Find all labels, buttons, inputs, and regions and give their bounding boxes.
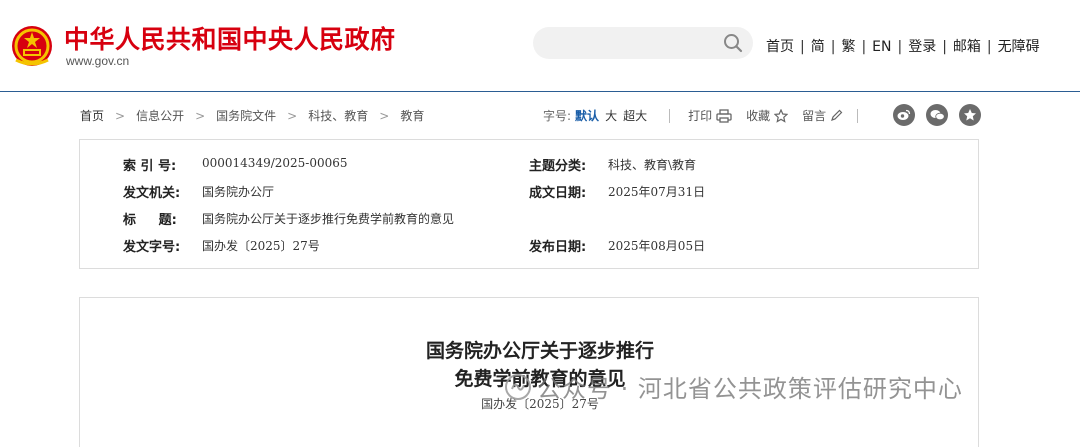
font-size-default[interactable]: 默认	[575, 107, 599, 124]
doc-number-label: 发文字号:	[123, 240, 181, 255]
issuer-label: 发文机关:	[123, 186, 181, 201]
link-english[interactable]: EN	[872, 39, 891, 55]
divider: |	[986, 39, 992, 55]
link-home[interactable]: 首页	[766, 39, 794, 55]
issuer-value: 国务院办公厅	[202, 185, 275, 199]
link-accessibility[interactable]: 无障碍	[998, 39, 1040, 55]
article-tools: 字号: 默认 大 超大 打印 收藏 留言	[543, 107, 859, 124]
print-label: 打印	[688, 109, 713, 123]
divider	[669, 108, 671, 123]
divider: |	[861, 39, 867, 55]
wechat-official-account-icon	[505, 373, 531, 400]
link-login[interactable]: 登录	[908, 39, 936, 55]
breadcrumb-state-council-docs[interactable]: 国务院文件	[216, 109, 276, 123]
print-button[interactable]: 打印	[688, 107, 732, 124]
comment-button[interactable]: 留言	[802, 107, 843, 124]
star-icon[interactable]	[959, 104, 981, 126]
favorite-label: 收藏	[746, 109, 771, 123]
wechat-icon[interactable]	[926, 104, 948, 126]
topic-label: 主题分类:	[529, 159, 587, 174]
chevron-right-icon: >	[379, 109, 390, 123]
chevron-right-icon: >	[115, 109, 126, 123]
topic-value: 科技、教育\教育	[608, 158, 697, 172]
social-share	[893, 104, 992, 126]
breadcrumb: 首页 > 信息公开 > 国务院文件 > 科技、教育 > 教育	[80, 107, 424, 124]
divider: |	[897, 39, 903, 55]
divider: |	[800, 39, 805, 55]
divider: |	[942, 39, 947, 55]
title-label: 标 题:	[123, 213, 177, 228]
link-traditional[interactable]: 繁	[841, 39, 855, 55]
site-url[interactable]: www.gov.cn	[66, 54, 129, 68]
site-title[interactable]: 中华人民共和国中央人民政府	[64, 20, 396, 56]
top-links: 首页 | 简 | 繁 | EN | 登录 | 邮箱 | 无障碍	[766, 36, 1040, 56]
divider: |	[830, 39, 836, 55]
font-size-large[interactable]: 大	[605, 107, 617, 124]
star-outline-icon	[774, 108, 789, 123]
link-simplified[interactable]: 简	[811, 39, 825, 55]
index-value: 000014349/2025-00065	[202, 156, 348, 170]
search-input[interactable]	[533, 27, 753, 59]
divider	[857, 108, 859, 123]
breadcrumb-info-public[interactable]: 信息公开	[136, 109, 184, 123]
font-size-xlarge[interactable]: 超大	[623, 107, 647, 124]
font-size-label: 字号:	[543, 109, 572, 123]
chevron-right-icon: >	[195, 109, 206, 123]
pencil-icon	[831, 109, 843, 121]
chevron-right-icon: >	[287, 109, 298, 123]
index-label: 索 引 号:	[123, 159, 177, 174]
watermark: 公众号 · 河北省公共政策评估研究中心	[505, 369, 963, 404]
site-header: 中华人民共和国中央人民政府 www.gov.cn 首页 | 简 | 繁 | EN | 登录 | 邮箱…	[0, 0, 1080, 92]
watermark-text: 公众号 · 河北省公共政策评估研究中心	[537, 375, 963, 403]
breadcrumb-science-education[interactable]: 科技、教育	[308, 109, 368, 123]
written-date-label: 成文日期:	[529, 186, 587, 201]
breadcrumb-education[interactable]: 教育	[400, 109, 424, 123]
printer-icon	[716, 108, 732, 123]
weibo-icon[interactable]	[893, 104, 915, 126]
national-emblem-icon[interactable]	[10, 22, 54, 68]
breadcrumb-home[interactable]: 首页	[80, 109, 104, 123]
link-mail[interactable]: 邮箱	[953, 39, 981, 55]
document-title-line1: 国务院办公厅关于逐步推行	[425, 340, 654, 362]
search-icon[interactable]	[723, 33, 743, 53]
publish-date-label: 发布日期:	[529, 240, 587, 255]
doc-number-value: 国办发〔2025〕27号	[202, 239, 320, 253]
header-divider	[0, 91, 1080, 92]
title-value: 国务院办公厅关于逐步推行免费学前教育的意见	[202, 212, 455, 226]
written-date-value: 2025年07月31日	[608, 185, 706, 199]
favorite-button[interactable]: 收藏	[746, 107, 789, 124]
comment-label: 留言	[802, 109, 827, 123]
publish-date-value: 2025年08月05日	[608, 239, 706, 253]
